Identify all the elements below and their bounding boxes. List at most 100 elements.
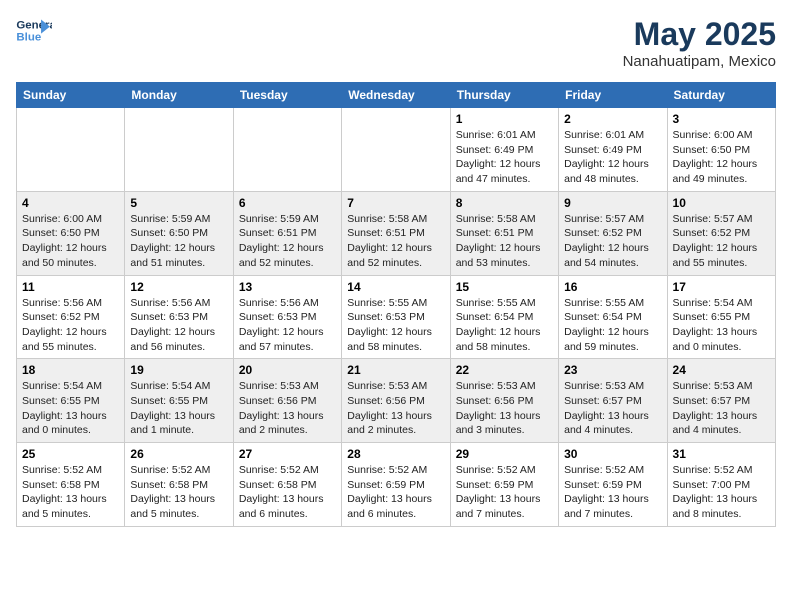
day-number: 15 (456, 280, 553, 294)
weekday-header-saturday: Saturday (667, 83, 775, 108)
calendar-cell: 7Sunrise: 5:58 AM Sunset: 6:51 PM Daylig… (342, 191, 450, 275)
day-info: Sunrise: 5:52 AM Sunset: 6:58 PM Dayligh… (239, 463, 336, 522)
day-info: Sunrise: 5:58 AM Sunset: 6:51 PM Dayligh… (347, 212, 444, 271)
day-info: Sunrise: 5:56 AM Sunset: 6:53 PM Dayligh… (130, 296, 227, 355)
day-info: Sunrise: 5:53 AM Sunset: 6:56 PM Dayligh… (239, 379, 336, 438)
day-number: 31 (673, 447, 770, 461)
calendar-cell: 30 Sunrise: 5:52 AM Sunset: 6:59 PM Dayli… (559, 443, 667, 527)
day-number: 8 (456, 196, 553, 210)
day-info: Sunrise: 5:54 AM Sunset: 6:55 PM Dayligh… (22, 379, 119, 438)
calendar-cell: 27 Sunrise: 5:52 AM Sunset: 6:58 PM Dayli… (233, 443, 341, 527)
weekday-header-wednesday: Wednesday (342, 83, 450, 108)
week-row-1: 1 Sunrise: 6:01 AM Sunset: 6:49 PM Daylig… (17, 108, 776, 192)
calendar-cell: 11Sunrise: 5:56 AM Sunset: 6:52 PM Dayli… (17, 275, 125, 359)
day-info: Sunrise: 5:55 AM Sunset: 6:53 PM Dayligh… (347, 296, 444, 355)
day-info: Sunrise: 6:00 AM Sunset: 6:50 PM Dayligh… (673, 128, 770, 187)
calendar-cell: 12 Sunrise: 5:56 AM Sunset: 6:53 PM Dayli… (125, 275, 233, 359)
day-number: 4 (22, 196, 119, 210)
weekday-header-tuesday: Tuesday (233, 83, 341, 108)
day-number: 1 (456, 112, 553, 126)
day-info: Sunrise: 5:54 AM Sunset: 6:55 PM Dayligh… (130, 379, 227, 438)
day-info: Sunrise: 5:57 AM Sunset: 6:52 PM Dayligh… (673, 212, 770, 271)
day-number: 3 (673, 112, 770, 126)
day-info: Sunrise: 5:52 AM Sunset: 6:58 PM Dayligh… (22, 463, 119, 522)
day-number: 18 (22, 363, 119, 377)
page-header: General Blue May 2025 Nanahuatipam, Mexi… (16, 16, 776, 70)
calendar-cell: 17Sunrise: 5:54 AM Sunset: 6:55 PM Dayli… (667, 275, 775, 359)
day-number: 25 (22, 447, 119, 461)
calendar-cell: 14 Sunrise: 5:55 AM Sunset: 6:53 PM Dayli… (342, 275, 450, 359)
day-info: Sunrise: 6:00 AM Sunset: 6:50 PM Dayligh… (22, 212, 119, 271)
calendar-cell: 18 Sunrise: 5:54 AM Sunset: 6:55 PM Dayli… (17, 359, 125, 443)
day-info: Sunrise: 5:53 AM Sunset: 6:57 PM Dayligh… (564, 379, 661, 438)
calendar-cell: 22Sunrise: 5:53 AM Sunset: 6:56 PM Dayli… (450, 359, 558, 443)
day-number: 2 (564, 112, 661, 126)
calendar-cell: 25 Sunrise: 5:52 AM Sunset: 6:58 PM Dayli… (17, 443, 125, 527)
day-info: Sunrise: 5:52 AM Sunset: 6:58 PM Dayligh… (130, 463, 227, 522)
calendar-cell: 26 Sunrise: 5:52 AM Sunset: 6:58 PM Dayli… (125, 443, 233, 527)
day-info: Sunrise: 5:52 AM Sunset: 7:00 PM Dayligh… (673, 463, 770, 522)
calendar-cell: 15Sunrise: 5:55 AM Sunset: 6:54 PM Dayli… (450, 275, 558, 359)
day-number: 22 (456, 363, 553, 377)
calendar-cell: 8Sunrise: 5:58 AM Sunset: 6:51 PM Daylig… (450, 191, 558, 275)
calendar-cell: 9 Sunrise: 5:57 AM Sunset: 6:52 PM Daylig… (559, 191, 667, 275)
calendar-cell (17, 108, 125, 192)
calendar-table: SundayMondayTuesdayWednesdayThursdayFrid… (16, 82, 776, 527)
calendar-cell (125, 108, 233, 192)
weekday-header-row: SundayMondayTuesdayWednesdayThursdayFrid… (17, 83, 776, 108)
day-number: 10 (673, 196, 770, 210)
day-number: 12 (130, 280, 227, 294)
weekday-header-thursday: Thursday (450, 83, 558, 108)
title-block: May 2025 Nanahuatipam, Mexico (623, 16, 776, 70)
day-number: 24 (673, 363, 770, 377)
day-info: Sunrise: 5:57 AM Sunset: 6:52 PM Dayligh… (564, 212, 661, 271)
day-number: 14 (347, 280, 444, 294)
calendar-cell: 29Sunrise: 5:52 AM Sunset: 6:59 PM Dayli… (450, 443, 558, 527)
day-info: Sunrise: 6:01 AM Sunset: 6:49 PM Dayligh… (456, 128, 553, 187)
week-row-3: 11Sunrise: 5:56 AM Sunset: 6:52 PM Dayli… (17, 275, 776, 359)
day-number: 26 (130, 447, 227, 461)
calendar-cell: 4 Sunrise: 6:00 AM Sunset: 6:50 PM Daylig… (17, 191, 125, 275)
day-number: 19 (130, 363, 227, 377)
weekday-header-friday: Friday (559, 83, 667, 108)
logo-icon: General Blue (16, 16, 52, 46)
day-number: 6 (239, 196, 336, 210)
day-number: 17 (673, 280, 770, 294)
day-info: Sunrise: 5:53 AM Sunset: 6:56 PM Dayligh… (347, 379, 444, 438)
svg-text:Blue: Blue (16, 32, 41, 44)
calendar-cell: 19 Sunrise: 5:54 AM Sunset: 6:55 PM Dayli… (125, 359, 233, 443)
day-info: Sunrise: 5:55 AM Sunset: 6:54 PM Dayligh… (564, 296, 661, 355)
day-number: 11 (22, 280, 119, 294)
calendar-cell (233, 108, 341, 192)
day-number: 21 (347, 363, 444, 377)
calendar-cell: 16 Sunrise: 5:55 AM Sunset: 6:54 PM Dayli… (559, 275, 667, 359)
day-number: 29 (456, 447, 553, 461)
day-number: 9 (564, 196, 661, 210)
calendar-cell: 31 Sunrise: 5:52 AM Sunset: 7:00 PM Dayli… (667, 443, 775, 527)
calendar-cell: 23 Sunrise: 5:53 AM Sunset: 6:57 PM Dayli… (559, 359, 667, 443)
week-row-4: 18 Sunrise: 5:54 AM Sunset: 6:55 PM Dayli… (17, 359, 776, 443)
calendar-cell: 1 Sunrise: 6:01 AM Sunset: 6:49 PM Daylig… (450, 108, 558, 192)
calendar-cell: 2 Sunrise: 6:01 AM Sunset: 6:49 PM Daylig… (559, 108, 667, 192)
day-number: 30 (564, 447, 661, 461)
day-number: 23 (564, 363, 661, 377)
month-title: May 2025 (623, 16, 776, 53)
day-info: Sunrise: 5:52 AM Sunset: 6:59 PM Dayligh… (347, 463, 444, 522)
calendar-cell: 3 Sunrise: 6:00 AM Sunset: 6:50 PM Daylig… (667, 108, 775, 192)
calendar-cell: 10 Sunrise: 5:57 AM Sunset: 6:52 PM Dayli… (667, 191, 775, 275)
day-number: 20 (239, 363, 336, 377)
day-number: 5 (130, 196, 227, 210)
week-row-2: 4 Sunrise: 6:00 AM Sunset: 6:50 PM Daylig… (17, 191, 776, 275)
day-info: Sunrise: 5:59 AM Sunset: 6:51 PM Dayligh… (239, 212, 336, 271)
calendar-cell: 24Sunrise: 5:53 AM Sunset: 6:57 PM Dayli… (667, 359, 775, 443)
week-row-5: 25 Sunrise: 5:52 AM Sunset: 6:58 PM Dayli… (17, 443, 776, 527)
day-number: 16 (564, 280, 661, 294)
location: Nanahuatipam, Mexico (623, 53, 776, 70)
calendar-cell (342, 108, 450, 192)
day-number: 27 (239, 447, 336, 461)
calendar-cell: 28Sunrise: 5:52 AM Sunset: 6:59 PM Dayli… (342, 443, 450, 527)
day-info: Sunrise: 5:52 AM Sunset: 6:59 PM Dayligh… (564, 463, 661, 522)
calendar-cell: 21 Sunrise: 5:53 AM Sunset: 6:56 PM Dayli… (342, 359, 450, 443)
day-info: Sunrise: 6:01 AM Sunset: 6:49 PM Dayligh… (564, 128, 661, 187)
weekday-header-monday: Monday (125, 83, 233, 108)
